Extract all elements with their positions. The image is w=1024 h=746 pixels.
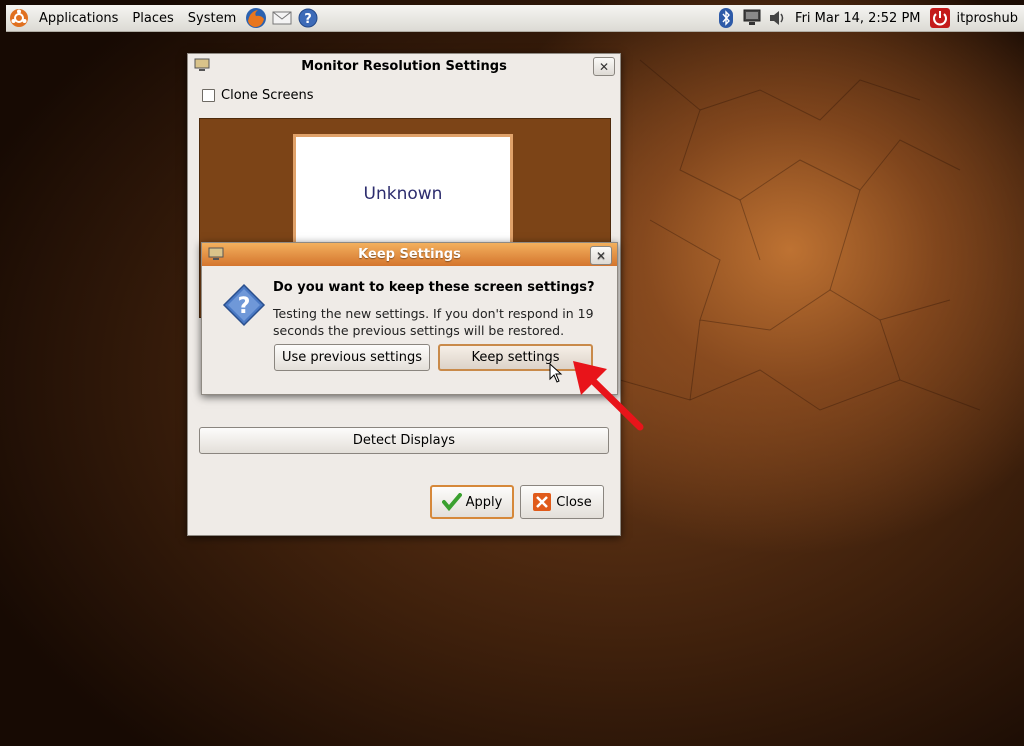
system-menu[interactable]: System [181,11,243,26]
keep-dialog-title: Keep Settings [358,247,461,262]
svg-text:?: ? [238,294,251,319]
detect-displays-label: Detect Displays [352,433,456,448]
use-previous-label: Use previous settings [282,350,422,365]
mail-icon[interactable] [271,7,293,29]
firefox-icon[interactable] [245,7,267,29]
top-panel: Applications Places System ? Fri Mar 14,… [6,5,1024,32]
monitor-preview[interactable]: Unknown [293,134,513,254]
keep-heading: Do you want to keep these screen setting… [273,280,595,295]
apply-button[interactable]: Apply [430,485,514,519]
ubuntu-logo-icon[interactable] [8,7,30,29]
clone-screens-label: Clone Screens [221,88,314,103]
close-x-icon [532,492,552,512]
annotation-arrow-icon [573,361,644,431]
main-titlebar[interactable]: Monitor Resolution Settings ✕ [188,54,620,78]
question-icon: ? [222,283,266,331]
svg-text:?: ? [304,12,312,27]
monitor-icon [208,247,224,265]
clone-screens-row[interactable]: Clone Screens [202,88,313,103]
help-icon[interactable]: ? [297,7,319,29]
clone-screens-checkbox[interactable] [202,89,215,102]
network-icon[interactable] [741,7,763,29]
monitor-icon [194,58,210,76]
apply-label: Apply [465,494,503,510]
mouse-cursor-icon [549,363,563,383]
close-label: Close [556,494,592,510]
main-window-title: Monitor Resolution Settings [301,58,507,74]
keep-body-text: Testing the new settings. If you don't r… [273,306,594,338]
applications-menu[interactable]: Applications [32,11,125,26]
bluetooth-icon[interactable] [715,7,737,29]
clock[interactable]: Fri Mar 14, 2:52 PM [795,11,920,26]
shutdown-icon[interactable] [929,7,951,29]
checkmark-icon [441,493,462,511]
places-menu[interactable]: Places [125,11,180,26]
main-close-button[interactable]: ✕ [593,57,615,76]
keep-close-button[interactable]: ✕ [590,246,612,265]
keep-titlebar[interactable]: Keep Settings ✕ [202,243,617,266]
keep-settings-label: Keep settings [471,350,560,365]
user-name[interactable]: itproshub [957,11,1018,26]
detect-displays-button[interactable]: Detect Displays [199,427,609,454]
close-button[interactable]: Close [520,485,604,519]
monitor-label: Unknown [363,184,443,204]
use-previous-settings-button[interactable]: Use previous settings [274,344,430,371]
volume-icon[interactable] [767,7,789,29]
